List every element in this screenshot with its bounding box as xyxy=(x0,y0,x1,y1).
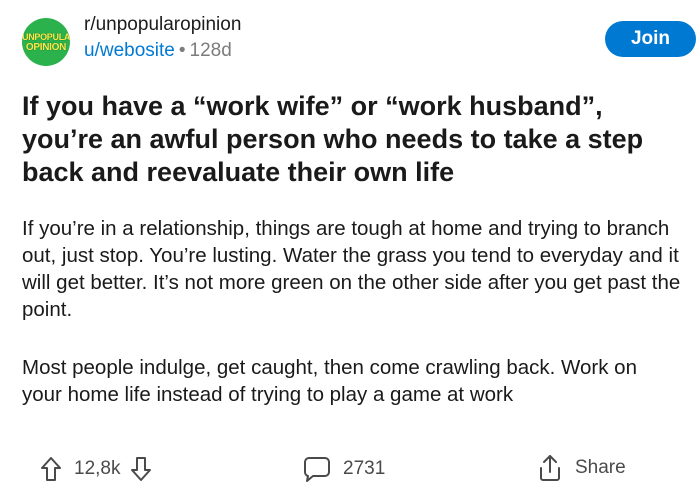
post-header: UNPOPULAR OPINION r/unpopularopinion u/w… xyxy=(22,12,696,66)
subreddit-avatar-text-top: UNPOPULAR xyxy=(22,32,70,42)
upvote-arrow-icon[interactable] xyxy=(40,456,62,482)
post-meta: u/webosite • 128d xyxy=(84,40,232,62)
comment-bubble-icon xyxy=(303,456,331,482)
comments-button[interactable]: 2731 xyxy=(303,456,385,482)
subreddit-name[interactable]: r/unpopularopinion xyxy=(84,14,241,36)
post-title: If you have a “work wife” or “work husba… xyxy=(22,91,644,187)
comment-count: 2731 xyxy=(343,458,386,479)
downvote-arrow-icon[interactable] xyxy=(130,456,152,482)
author-link[interactable]: u/webosite xyxy=(84,40,175,61)
post-body-paragraph-1: If you’re in a relationship, things are … xyxy=(22,217,681,321)
subreddit-avatar-text-bottom: OPINION xyxy=(25,42,67,53)
subreddit-avatar-icon[interactable]: UNPOPULAR OPINION xyxy=(22,18,70,66)
meta-separator: • xyxy=(178,40,186,61)
join-button[interactable]: Join xyxy=(605,21,696,57)
vote-count: 12,8k xyxy=(74,458,121,479)
share-icon xyxy=(537,454,563,482)
share-label: Share xyxy=(575,457,626,478)
post-age: 128d xyxy=(189,40,232,61)
post-body-paragraph-2: Most people indulge, get caught, then co… xyxy=(22,356,637,406)
post-action-bar: 12,8k 2731 Share xyxy=(0,452,700,492)
share-button[interactable]: Share xyxy=(537,454,626,482)
vote-control: 12,8k xyxy=(40,456,152,482)
